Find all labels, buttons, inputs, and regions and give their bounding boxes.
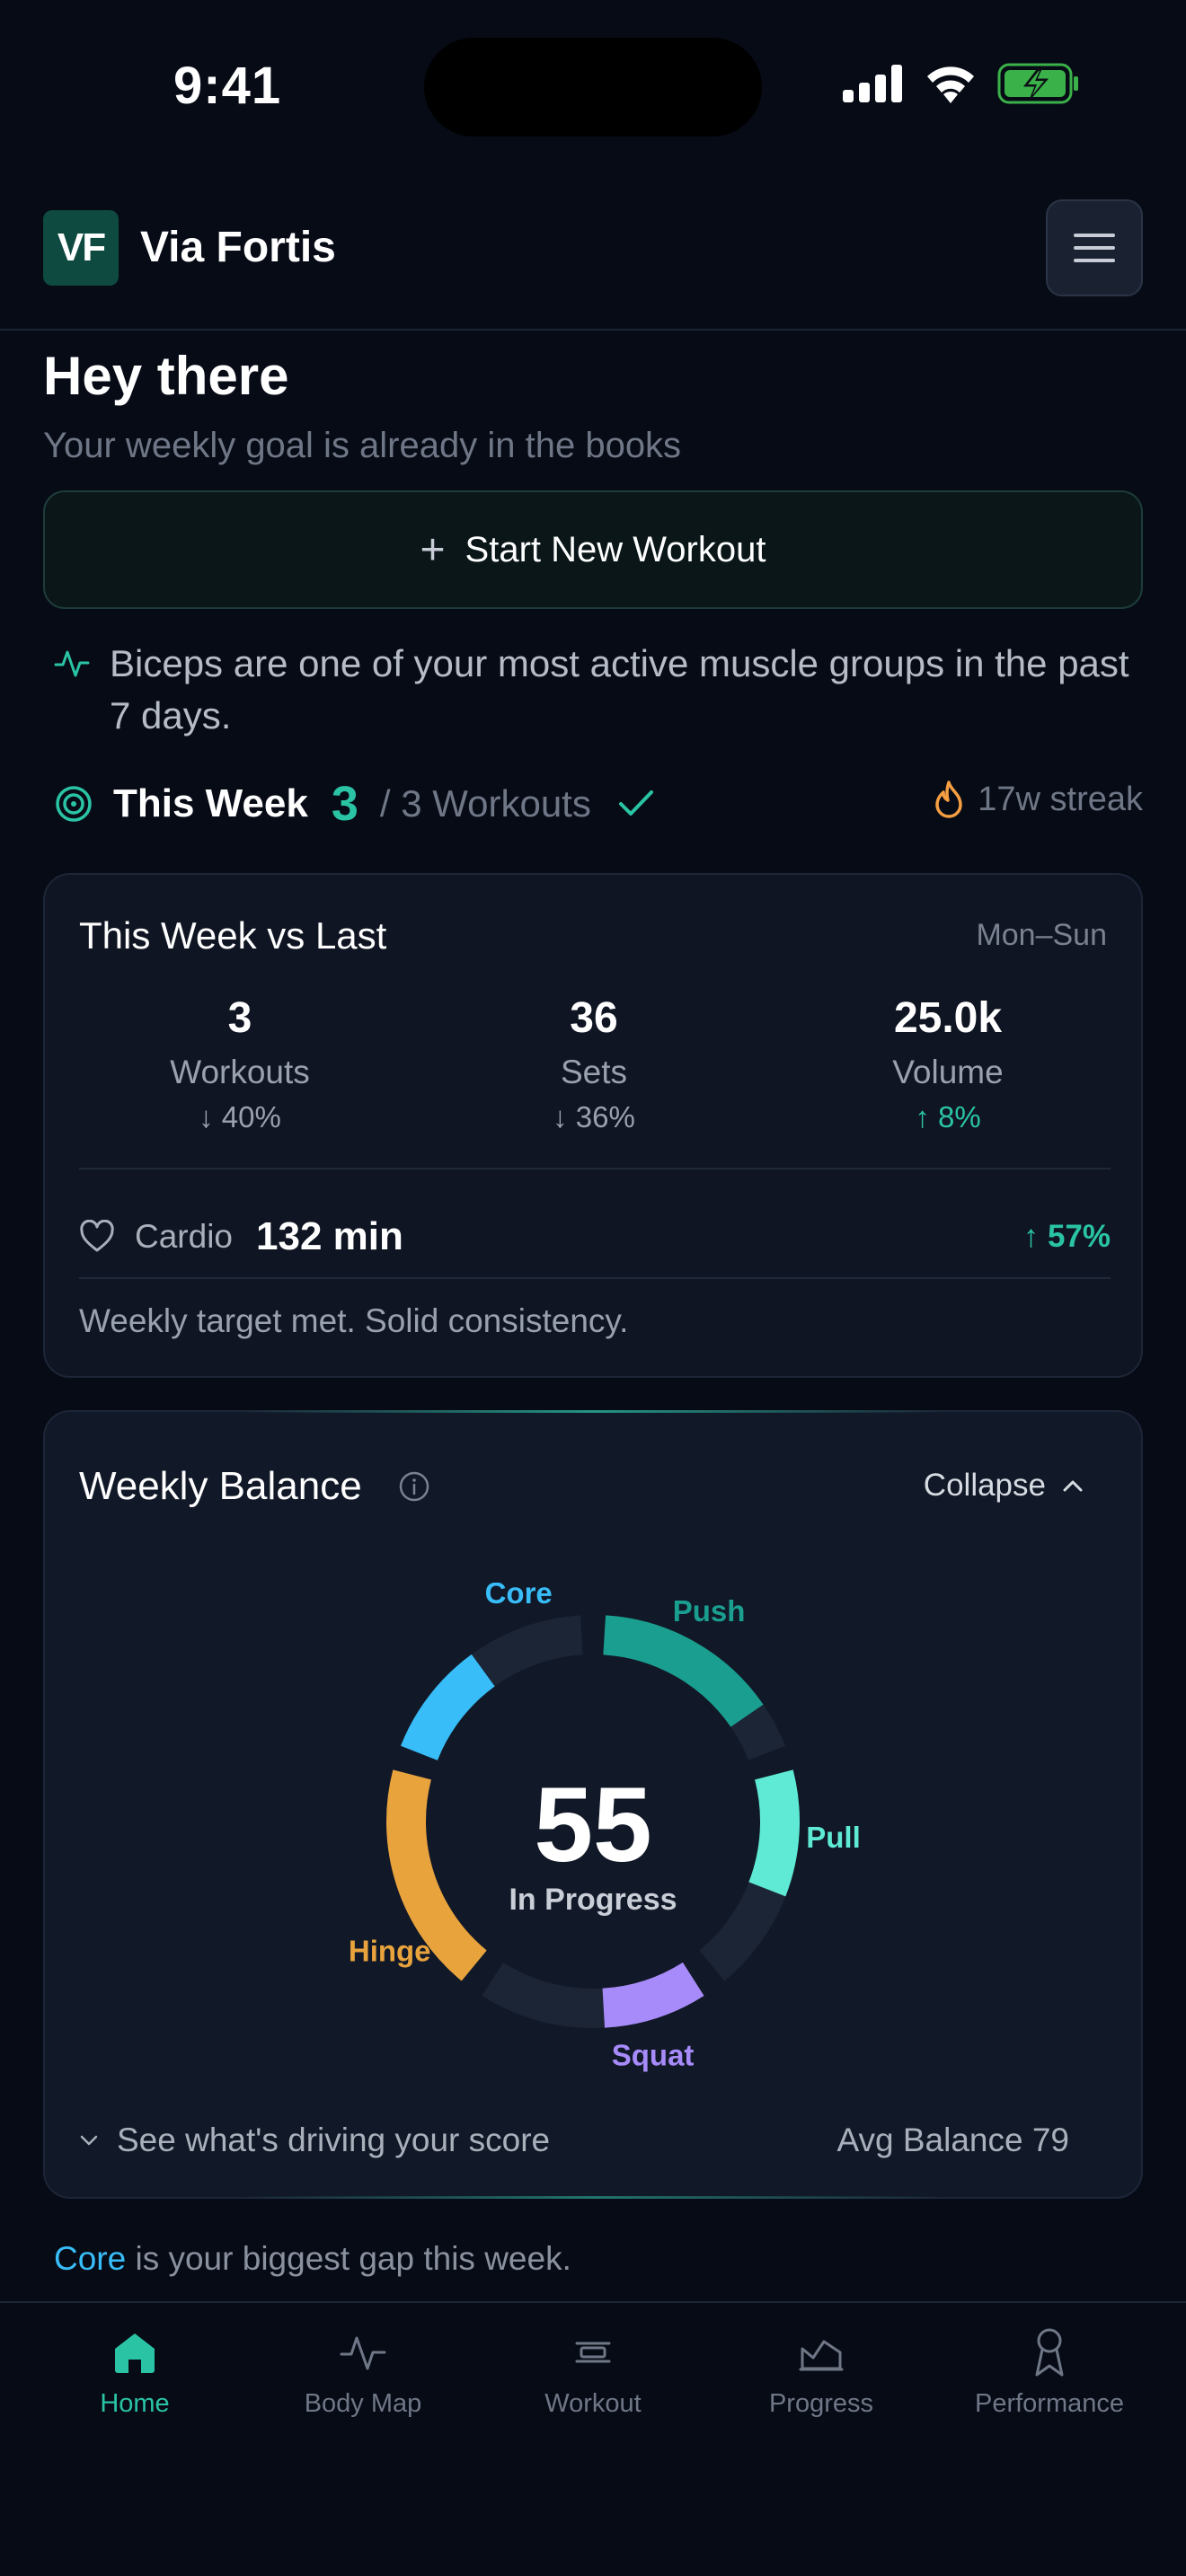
week-label: This Week: [113, 781, 308, 825]
award-icon: [1035, 2328, 1064, 2377]
chart-icon: [799, 2340, 844, 2371]
check-icon: [618, 790, 653, 816]
week-compare-card: This Week vs Last Mon–Sun 3 Workouts ↓ 4…: [43, 873, 1143, 1378]
dynamic-island: [424, 38, 762, 137]
drivers-toggle[interactable]: See what's driving your score: [79, 2122, 550, 2159]
target-icon: [56, 786, 92, 822]
battery-charging-icon: [997, 63, 1078, 104]
status-time: 9:41: [173, 57, 282, 115]
balance-score-label: In Progress: [509, 1883, 677, 1917]
donut-label-pull: Pull: [806, 1821, 861, 1854]
arrow-down-icon: ↓: [199, 1100, 214, 1134]
donut-label-push: Push: [673, 1594, 746, 1628]
cardio-delta: ↑ 57%: [1022, 1219, 1111, 1254]
stat-label: Sets: [560, 1054, 628, 1090]
home-icon: [115, 2333, 155, 2373]
balance-donut-chart: Push Pull Squat Hinge Core 55 In Progress: [349, 1583, 861, 2072]
avg-balance: Avg Balance 79: [836, 2122, 1069, 2158]
stat-value: 25.0k: [893, 994, 1003, 1042]
nav-workout[interactable]: Workout: [479, 2321, 707, 2419]
streak-text: 17w streak: [978, 780, 1143, 818]
stat-delta: ↓ 40%: [199, 1100, 281, 1134]
nav-progress[interactable]: Progress: [707, 2321, 935, 2419]
nav-performance[interactable]: Performance: [935, 2321, 1164, 2419]
chevron-down-icon: [80, 2135, 98, 2146]
week-total: / 3 Workouts: [379, 782, 591, 825]
plus-icon: +: [420, 525, 446, 574]
status-bar: 9:41: [0, 0, 1186, 171]
compare-range: Mon–Sun: [976, 918, 1107, 952]
arrow-down-icon: ↓: [553, 1100, 568, 1134]
cardio-value: 132 min: [256, 1214, 403, 1258]
insight-text: Biceps are one of your most active muscl…: [110, 642, 1129, 737]
info-icon[interactable]: [398, 1470, 430, 1503]
stat-volume: 25.0k Volume ↑ 8%: [813, 993, 1083, 1134]
balance-title: Weekly Balance: [79, 1464, 430, 1509]
dumbbell-icon: [575, 2342, 611, 2363]
greeting-subtitle: Your weekly goal is already in the books: [43, 426, 682, 465]
collapse-button[interactable]: Collapse: [924, 1468, 1084, 1504]
donut-segment-push[interactable]: [602, 1615, 764, 1728]
stat-label: Volume: [892, 1054, 1004, 1090]
nav-home[interactable]: Home: [21, 2321, 249, 2419]
arrow-up-icon: ↑: [1022, 1219, 1040, 1254]
divider: [79, 1277, 1111, 1279]
app-header: VF Via Fortis: [0, 196, 1186, 331]
divider: [79, 1168, 1111, 1169]
gap-note: Core is your biggest gap this week.: [54, 2240, 571, 2277]
menu-button[interactable]: [1046, 199, 1143, 296]
bottom-nav: Home Body Map Workout Progress Performan…: [0, 2301, 1186, 2576]
status-icons: [843, 63, 1080, 104]
flame-icon: [935, 781, 962, 818]
wifi-icon: [927, 66, 974, 103]
start-workout-label: Start New Workout: [465, 529, 766, 569]
insight-banner: Biceps are one of your most active muscl…: [54, 638, 1150, 742]
balance-score: 55: [534, 1766, 651, 1884]
donut-segment-core[interactable]: [401, 1654, 496, 1761]
donut-label-core: Core: [485, 1583, 553, 1610]
donut-segment-squat[interactable]: [602, 1962, 704, 2028]
donut-label-squat: Squat: [612, 2039, 695, 2072]
donut-segment-pull[interactable]: [748, 1769, 800, 1897]
cardio-label: Cardio: [135, 1218, 233, 1255]
arrow-up-icon: ↑: [915, 1100, 930, 1134]
compare-title: This Week vs Last: [79, 914, 387, 957]
stat-value: 36: [570, 994, 618, 1042]
stat-delta: ↑ 8%: [915, 1100, 981, 1134]
activity-icon: [54, 650, 90, 677]
stat-sets: 36 Sets ↓ 36%: [459, 993, 729, 1134]
gap-muscle: Core: [54, 2240, 127, 2277]
stat-label: Workouts: [170, 1054, 310, 1090]
weekly-balance-card: Weekly Balance Collapse Push Pull Squat Hin…: [43, 1410, 1143, 2199]
streak-badge: 17w streak: [933, 780, 1143, 819]
app-logo[interactable]: VF: [43, 210, 119, 286]
week-count: 3: [331, 777, 358, 831]
cardio-row: Cardio 132 min ↑ 57%: [79, 1205, 1111, 1268]
stat-value: 3: [227, 994, 252, 1042]
app-name: Via Fortis: [140, 224, 336, 271]
heart-icon: [80, 1220, 114, 1252]
week-progress: This Week 3 / 3 Workouts 17w streak: [54, 772, 1143, 835]
chevron-up-icon: [1063, 1480, 1083, 1492]
compare-note: Weekly target met. Solid consistency.: [79, 1302, 629, 1339]
start-workout-button[interactable]: + Start New Workout: [43, 490, 1143, 609]
stat-workouts: 3 Workouts ↓ 40%: [105, 993, 375, 1134]
stat-delta: ↓ 36%: [553, 1100, 635, 1134]
pulse-icon: [340, 2336, 386, 2370]
greeting-title: Hey there: [43, 346, 289, 406]
signal-icon: [843, 65, 902, 102]
donut-label-hinge: Hinge: [349, 1935, 431, 1968]
nav-body-map[interactable]: Body Map: [249, 2321, 477, 2419]
menu-icon: [1074, 234, 1115, 237]
